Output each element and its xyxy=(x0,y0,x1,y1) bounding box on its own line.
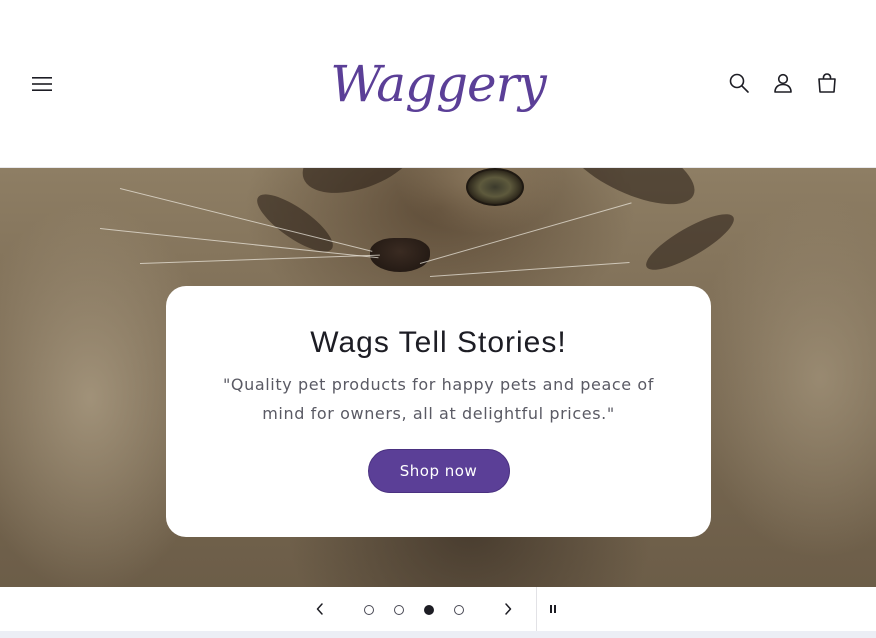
hero-title: Wags Tell Stories! xyxy=(310,326,567,359)
hero-description: "Quality pet products for happy pets and… xyxy=(222,375,655,423)
brand-logo[interactable]: Waggery xyxy=(330,38,547,130)
slide-dot-4[interactable] xyxy=(454,605,464,615)
slide-dot-2[interactable] xyxy=(394,605,404,615)
hero-content-card: Wags Tell Stories! "Quality pet products… xyxy=(166,286,711,537)
search-button[interactable] xyxy=(724,68,754,98)
page: Waggery Wags Tell Stories! "Quality pet … xyxy=(0,0,876,638)
pause-slideshow-button[interactable] xyxy=(542,598,564,620)
search-icon xyxy=(729,73,749,93)
shop-now-button[interactable]: Shop now xyxy=(367,449,510,493)
next-slide-button[interactable] xyxy=(497,598,519,620)
login-icon xyxy=(774,73,792,93)
previous-slide-button[interactable] xyxy=(309,598,331,620)
site-header: Waggery xyxy=(0,0,876,168)
shopping-bag-icon xyxy=(818,73,836,93)
account-button[interactable] xyxy=(768,68,798,98)
slide-dot-3[interactable] xyxy=(424,605,434,615)
chevron-left-icon xyxy=(316,603,323,615)
menu-button[interactable] xyxy=(27,70,57,98)
logo-text: Waggery xyxy=(330,55,547,113)
page-bottom-strip xyxy=(0,631,876,638)
hamburger-menu-icon xyxy=(32,77,52,91)
pause-icon xyxy=(550,605,556,613)
slideshow-controls xyxy=(0,587,876,631)
cart-button[interactable] xyxy=(812,68,842,98)
hero-banner: Wags Tell Stories! "Quality pet products… xyxy=(0,168,876,587)
controls-divider xyxy=(536,587,537,631)
slide-dot-1[interactable] xyxy=(364,605,374,615)
chevron-right-icon xyxy=(505,603,512,615)
